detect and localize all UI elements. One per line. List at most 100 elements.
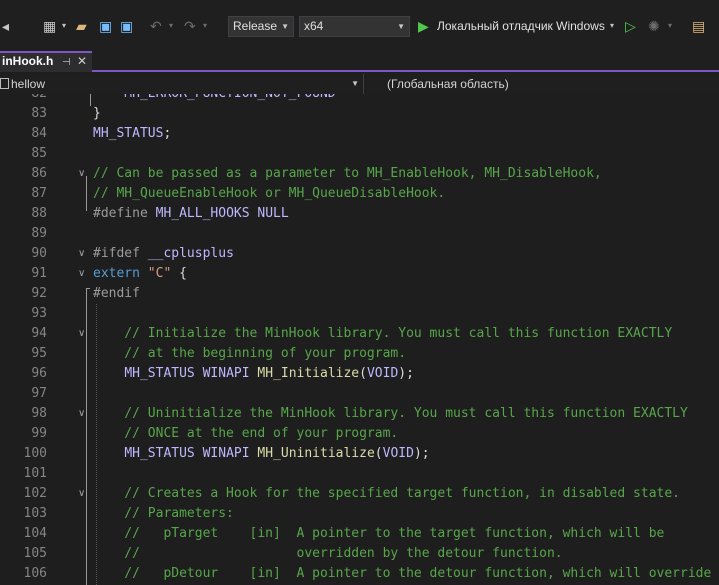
code-token: { [171, 266, 187, 281]
code-text: #define MH_ALL_HOOKS NULL [93, 204, 289, 224]
code-text: MH_STATUS WINAPI MH_Uninitialize(VOID); [93, 444, 430, 464]
code-line[interactable]: 106 // pDetour [in] A pointer to the det… [0, 564, 719, 584]
chevron-down-icon: ▼ [281, 22, 289, 31]
navigate-back-icon[interactable]: ◂ [2, 16, 9, 36]
redo-dropdown-icon[interactable]: ▾ [203, 16, 207, 36]
code-token: WINAPI [202, 366, 250, 381]
code-token: // MH_QueueEnableHook or MH_QueueDisable… [93, 186, 446, 201]
code-line[interactable]: 102 ∨ // Creates a Hook for the specified… [0, 484, 719, 504]
code-line[interactable]: 82 MH_ERROR_FUNCTION_NOT_FOUND [0, 94, 719, 104]
project-name: hellow [11, 77, 46, 91]
fold-chevron-icon[interactable]: ∨ [78, 324, 85, 344]
redo-icon[interactable]: ↷ [184, 16, 196, 36]
code-line[interactable]: 85 [0, 144, 719, 164]
platform-select[interactable]: x64 ▼ [299, 16, 410, 37]
fold-chevron-icon[interactable]: ∨ [78, 164, 85, 184]
code-text: MH_ERROR_FUNCTION_NOT_FOUND [93, 94, 335, 104]
fold-chevron-icon[interactable]: ∨ [78, 244, 85, 264]
code-token: // Parameters: [93, 506, 234, 521]
code-line[interactable]: 91 ∨ extern "C" { [0, 264, 719, 284]
undo-dropdown-icon[interactable]: ▾ [169, 16, 173, 36]
code-text: // MH_QueueEnableHook or MH_QueueDisable… [93, 184, 445, 204]
code-token: #define [93, 206, 148, 221]
hot-reload-icon[interactable]: ✺ [648, 16, 660, 36]
code-line[interactable]: 103 // Parameters: [0, 504, 719, 524]
code-line[interactable]: 100 MH_STATUS WINAPI MH_Uninitialize(VOI… [0, 444, 719, 464]
code-line[interactable]: 83} [0, 104, 719, 124]
code-line[interactable]: 87 // MH_QueueEnableHook or MH_QueueDisab… [0, 184, 719, 204]
code-text: // Initialize the MinHook library. You m… [93, 324, 672, 344]
line-number: 103 [23, 506, 47, 521]
code-line[interactable]: 86 ∨ // Can be passed as a parameter to MH… [0, 164, 719, 184]
code-line[interactable]: 84 MH_STATUS; [0, 124, 719, 144]
document-tab-strip: inHook.h ⊣ ✕ [0, 46, 719, 72]
line-number: 102 [23, 486, 47, 501]
global-scope-select[interactable]: (Глобальная область) [387, 74, 509, 94]
line-number: 88 [31, 206, 47, 221]
start-debugging-icon[interactable]: ▶ [418, 16, 429, 36]
code-line[interactable]: 98 ∨ // Uninitialize the MinHook library.… [0, 404, 719, 424]
code-line[interactable]: 99 // ONCE at the end of your program. [0, 424, 719, 444]
line-number: 99 [31, 426, 47, 441]
code-editor[interactable]: 82 MH_ERROR_FUNCTION_NOT_FOUND83}84MH_ST… [0, 94, 719, 585]
code-token: ( [359, 366, 367, 381]
hot-reload-dropdown-icon[interactable]: ▾ [668, 16, 672, 36]
line-number: 89 [31, 226, 47, 241]
code-line[interactable]: 93 [0, 304, 719, 324]
code-line[interactable]: 97 [0, 384, 719, 404]
tab-minhook-h[interactable]: inHook.h ⊣ ✕ [0, 51, 92, 72]
fold-chevron-icon[interactable]: ∨ [78, 264, 85, 284]
code-line[interactable]: 101 [0, 464, 719, 484]
code-token: ); [413, 446, 430, 461]
code-text: #endif [93, 284, 140, 304]
fold-chevron-icon[interactable]: ∨ [78, 484, 85, 504]
code-line[interactable]: 104 // pTarget [in] A pointer to the tar… [0, 524, 719, 544]
solution-explorer-icon[interactable]: ▤ [692, 16, 705, 36]
code-token: VOID [366, 366, 399, 381]
code-token: __cplusplus [147, 246, 234, 261]
project-scope-select[interactable]: hellow ▼ [0, 74, 364, 94]
code-line[interactable]: 92 #endif [0, 284, 719, 304]
configuration-value: Release [233, 19, 278, 33]
save-icon[interactable]: ▣ [99, 16, 112, 36]
new-project-icon[interactable]: ▦ [43, 16, 56, 36]
save-all-icon[interactable]: ▣ [120, 16, 133, 36]
project-icon [0, 78, 9, 89]
code-line[interactable]: 96 MH_STATUS WINAPI MH_Initialize(VOID); [0, 364, 719, 384]
line-number: 84 [31, 126, 47, 141]
undo-icon[interactable]: ↶ [150, 16, 162, 36]
code-line[interactable]: 88 #define MH_ALL_HOOKS NULL [0, 204, 719, 224]
line-number: 95 [31, 346, 47, 361]
code-token: MH_ERROR_FUNCTION_NOT_FOUND [93, 94, 335, 101]
code-line[interactable]: 105 // overridden by the detour function… [0, 544, 719, 564]
chevron-down-icon: ▼ [397, 22, 405, 31]
code-token: ( [374, 446, 383, 461]
configuration-select[interactable]: Release ▼ [228, 16, 294, 37]
code-line[interactable]: 95 // at the beginning of your program. [0, 344, 719, 364]
code-text: } [93, 104, 101, 124]
code-text: // pTarget [in] A pointer to the target … [93, 524, 664, 544]
code-line[interactable]: 94 ∨ // Initialize the MinHook library. Y… [0, 324, 719, 344]
code-token: MH_STATUS [124, 366, 195, 381]
line-number: 104 [23, 526, 47, 541]
fold-chevron-icon[interactable]: ∨ [78, 404, 85, 424]
line-number: 91 [31, 266, 47, 281]
code-line[interactable]: 89 [0, 224, 719, 244]
debugger-dropdown-icon[interactable]: ▾ [610, 16, 614, 36]
new-project-dropdown-icon[interactable]: ▾ [62, 16, 66, 36]
code-token: // pDetour [in] A pointer to the detour … [93, 566, 712, 581]
code-token: #endif [93, 286, 140, 301]
open-folder-icon[interactable]: ▰ [76, 16, 87, 36]
pin-icon[interactable]: ⊣ [62, 54, 71, 71]
close-icon[interactable]: ✕ [77, 53, 87, 70]
line-number: 83 [31, 106, 47, 121]
start-debugging-button[interactable]: Локальный отладчик Windows [437, 16, 605, 36]
toolbar: ◂ ▦ ▾ ▰ ▣ ▣ ↶ ▾ ↷ ▾ Release ▼ x64 ▼ ▶ Ло… [0, 6, 719, 46]
line-number: 105 [23, 546, 47, 561]
code-line[interactable]: 90 ∨ #ifdef __cplusplus [0, 244, 719, 264]
start-without-debugging-icon[interactable]: ▷ [625, 16, 636, 36]
